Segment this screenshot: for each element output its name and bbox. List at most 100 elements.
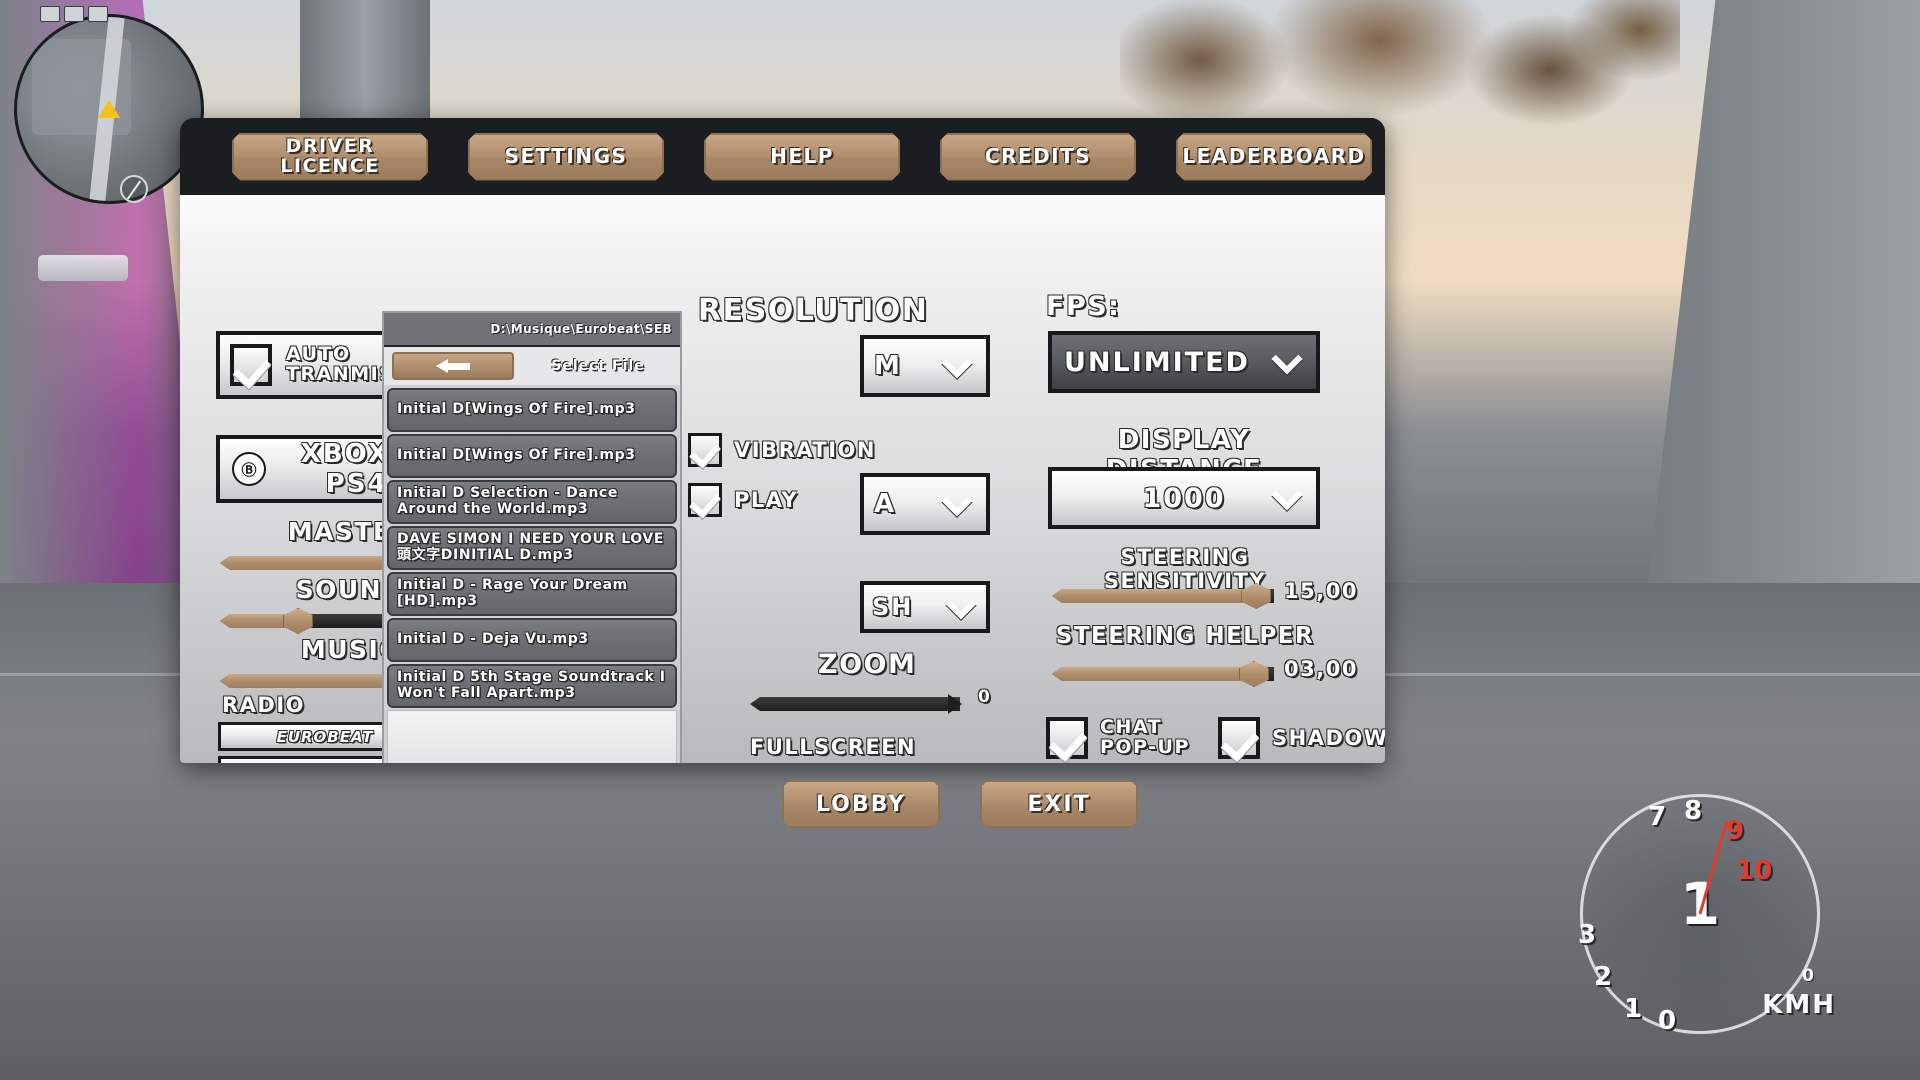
steering-helper-label: STEERING HELPER xyxy=(1055,623,1315,649)
hud-icon xyxy=(40,6,60,22)
tab-help[interactable]: HELP xyxy=(704,133,900,181)
chat-popup-checkbox[interactable] xyxy=(1046,717,1088,759)
display-distance-value: 1000 xyxy=(1142,482,1226,514)
steering-sensitivity-value: 15,00 xyxy=(1284,579,1358,603)
chat-popup-label: CHAT POP-UP xyxy=(1100,716,1190,758)
right-settings-column: FPS: UNLIMITED DISPLAY DISTANCE 1000 STE… xyxy=(1040,195,1385,763)
hud-icon xyxy=(88,6,108,22)
speedo-tick: 2 xyxy=(1594,962,1613,992)
secondary-select[interactable]: A xyxy=(860,473,990,535)
quality-select[interactable]: SH xyxy=(860,581,990,633)
file-list-item[interactable]: Initial D Selection - Dance Around the W… xyxy=(387,480,677,524)
speedo-tick: 3 xyxy=(1578,920,1597,950)
zoom-slider[interactable] xyxy=(750,693,962,715)
speed-unit: KMH xyxy=(1762,990,1836,1020)
steering-sensitivity-slider[interactable] xyxy=(1052,583,1274,609)
tab-leaderboard[interactable]: LEADERBOARD xyxy=(1176,133,1372,181)
vibration-label: VIBRATION xyxy=(734,438,876,462)
file-list-item[interactable]: Initial D - Deja Vu.mp3 xyxy=(387,618,677,662)
file-list-item[interactable]: Initial D 5th Stage Soundtrack I Won't F… xyxy=(387,664,677,708)
file-browser-path: D:\Musique\Eurobeat\SEB xyxy=(490,322,672,336)
steering-helper-slider[interactable] xyxy=(1052,661,1274,687)
tab-driver-licence[interactable]: DRIVER LICENCE xyxy=(232,133,428,181)
radio-option-label: PHONK xyxy=(292,762,357,764)
slider-knob[interactable] xyxy=(1241,583,1272,609)
radio-option-label: EUROBEAT xyxy=(276,727,374,746)
tab-label: DRIVER LICENCE xyxy=(280,134,380,177)
resolution-select[interactable]: M xyxy=(860,335,990,397)
tab-settings[interactable]: SETTINGS xyxy=(468,133,664,181)
slider-knob[interactable] xyxy=(283,608,313,634)
playstation-logo-icon: Ⓑ xyxy=(232,452,266,486)
file-list-empty-slot xyxy=(387,710,677,763)
slider-fill xyxy=(1052,667,1255,681)
exit-button[interactable]: EXIT xyxy=(980,780,1138,828)
chevron-down-icon xyxy=(1271,343,1303,375)
auto-transmission-checkbox[interactable] xyxy=(230,344,272,386)
play-label: PLAY xyxy=(734,488,799,512)
steering-helper-value: 03,00 xyxy=(1284,657,1358,681)
tab-bar: DRIVER LICENCE SETTINGS HELP CREDITS LEA… xyxy=(180,118,1385,195)
file-name: Initial D[Wings Of Fire].mp3 xyxy=(397,401,636,418)
background-car xyxy=(38,255,128,281)
speedo-tick-zero: 0 xyxy=(1658,1006,1677,1036)
fullscreen-row[interactable]: FULLSCREEN xyxy=(750,735,916,759)
chevron-down-icon xyxy=(1271,479,1303,511)
settings-panel: AUTO TRANMISSION Ⓑ XBOX / PS4 MASTER SOU… xyxy=(180,195,1385,763)
resolution-label: RESOLUTION xyxy=(698,293,929,328)
select-file-label: Select File xyxy=(551,358,645,374)
file-name: Initial D 5th Stage Soundtrack I Won't F… xyxy=(397,669,666,701)
chat-popup-row[interactable]: CHAT POP-UP xyxy=(1046,717,1190,759)
tab-label: SETTINGS xyxy=(504,144,628,168)
file-list-item[interactable]: Initial D[Wings Of Fire].mp3 xyxy=(387,434,677,478)
file-name: Initial D - Rage Your Dream [HD].mp3 xyxy=(397,577,628,609)
hud-icon xyxy=(64,6,84,22)
file-list-item[interactable]: DAVE SIMON I NEED YOUR LOVE頭文字DINITIAL D… xyxy=(387,526,677,570)
speedo-tick: 1 xyxy=(1624,994,1643,1024)
fps-select[interactable]: UNLIMITED xyxy=(1048,331,1320,393)
back-button[interactable] xyxy=(392,352,514,380)
slider-track xyxy=(750,697,960,711)
slider-arrow-icon xyxy=(948,694,962,714)
chevron-down-icon xyxy=(941,347,973,379)
file-browser-nav-bar: Select File xyxy=(384,347,680,385)
bottom-button-bar: LOBBY EXIT xyxy=(0,780,1920,828)
exit-button-label: EXIT xyxy=(1027,791,1091,817)
slider-knob[interactable] xyxy=(1239,661,1270,687)
lobby-button[interactable]: LOBBY xyxy=(782,780,940,828)
file-list-item[interactable]: Initial D - Rage Your Dream [HD].mp3 xyxy=(387,572,677,616)
file-name: DAVE SIMON I NEED YOUR LOVE頭文字DINITIAL D… xyxy=(397,531,665,563)
resolution-value: M xyxy=(874,351,902,381)
tab-label: LEADERBOARD xyxy=(1182,144,1366,168)
slider-fill xyxy=(1052,589,1257,603)
file-list[interactable]: Initial D[Wings Of Fire].mp3 Initial D[W… xyxy=(384,385,680,763)
lobby-button-label: LOBBY xyxy=(815,791,907,817)
file-name: Initial D Selection - Dance Around the W… xyxy=(397,485,618,517)
file-browser-path-bar: D:\Musique\Eurobeat\SEB xyxy=(384,313,680,347)
play-row[interactable]: PLAY xyxy=(688,483,798,517)
shadows-row[interactable]: SHADOWS xyxy=(1218,717,1385,759)
minimap xyxy=(14,14,204,204)
speedometer: 1 3 2 1 0 7 8 9 10 0 KMH xyxy=(1578,794,1834,1036)
chevron-down-icon xyxy=(945,588,977,620)
speedo-tick-red: 10 xyxy=(1736,856,1773,886)
speed-value: 0 xyxy=(1802,966,1814,986)
compass-icon xyxy=(120,175,148,203)
vibration-row[interactable]: VIBRATION xyxy=(688,433,876,467)
play-checkbox[interactable] xyxy=(688,483,722,517)
tab-label: CREDITS xyxy=(984,144,1092,168)
file-list-item[interactable]: Initial D[Wings Of Fire].mp3 xyxy=(387,388,677,432)
fps-label: FPS: xyxy=(1046,291,1121,322)
shadows-checkbox[interactable] xyxy=(1218,717,1260,759)
tab-label: HELP xyxy=(770,144,834,168)
quality-value: SH xyxy=(872,593,914,621)
fps-value: UNLIMITED xyxy=(1064,346,1250,378)
vibration-checkbox[interactable] xyxy=(688,433,722,467)
file-name: Initial D[Wings Of Fire].mp3 xyxy=(397,447,636,464)
tab-credits[interactable]: CREDITS xyxy=(940,133,1136,181)
display-distance-select[interactable]: 1000 xyxy=(1048,467,1320,529)
file-name: Initial D - Deja Vu.mp3 xyxy=(397,631,589,648)
secondary-value: A xyxy=(874,489,897,519)
zoom-value: 0 xyxy=(978,687,992,707)
chevron-down-icon xyxy=(941,485,973,517)
